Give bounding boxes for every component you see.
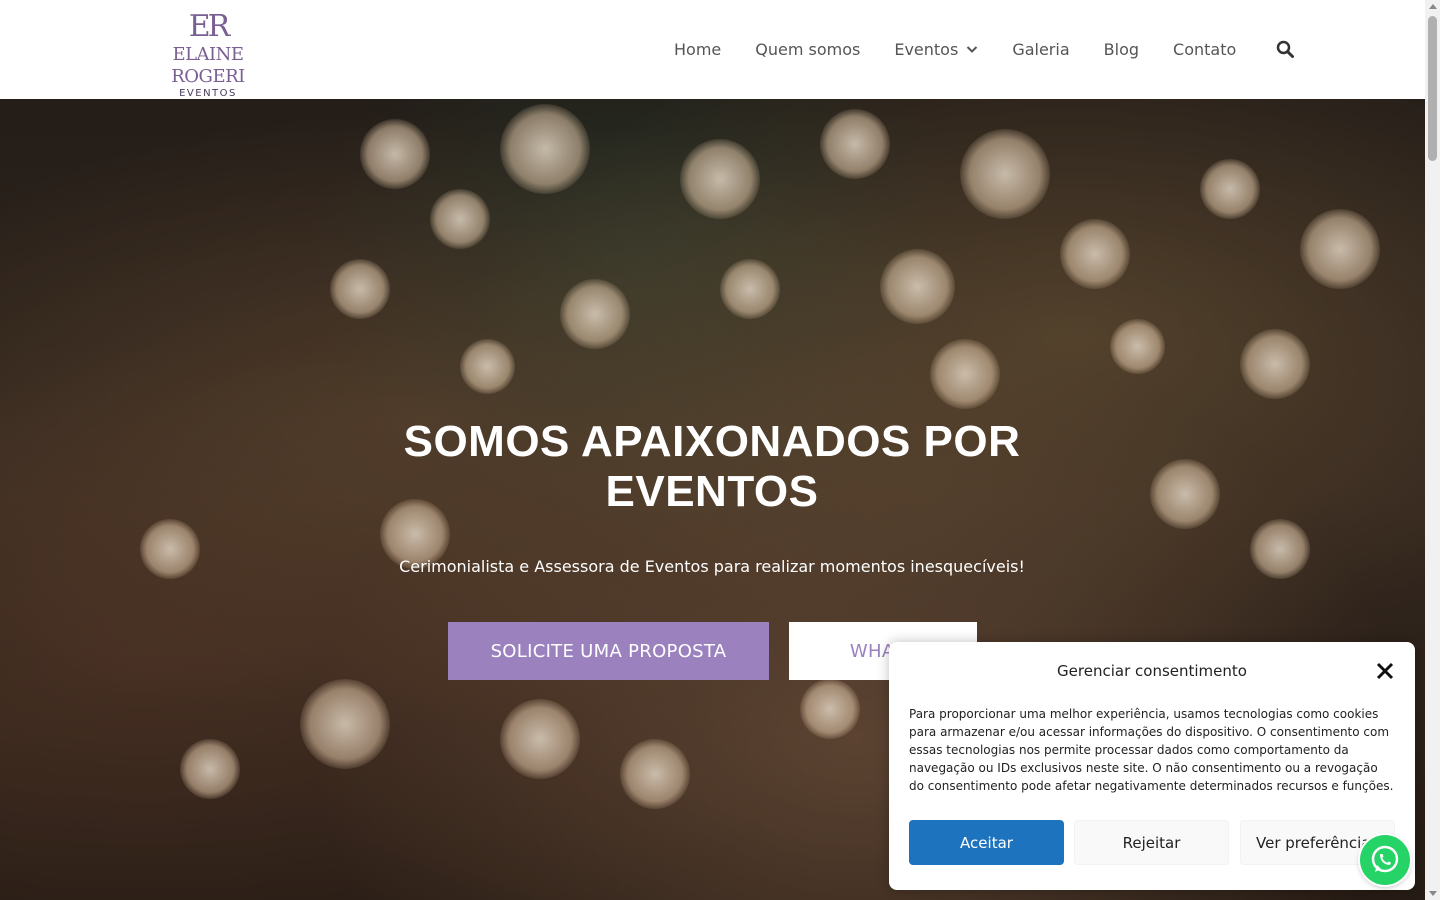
nav-item-galeria[interactable]: Galeria — [1012, 40, 1069, 59]
reject-button[interactable]: Rejeitar — [1074, 820, 1229, 865]
nav-item-quem-somos[interactable]: Quem somos — [755, 40, 860, 59]
hero-title-line2: EVENTOS — [605, 467, 819, 516]
search-icon[interactable] — [1276, 40, 1294, 58]
hero-title: SOMOS APAIXONADOS POR EVENTOS — [312, 417, 1112, 517]
consent-title: Gerenciar consentimento — [1057, 662, 1247, 680]
chevron-down-icon — [967, 46, 978, 53]
nav-item-blog[interactable]: Blog — [1104, 40, 1139, 59]
nav-item-eventos[interactable]: Eventos — [894, 40, 978, 59]
scroll-down-arrow-icon[interactable] — [1429, 891, 1437, 896]
cookie-consent-dialog: Gerenciar consentimento Para proporciona… — [889, 642, 1415, 890]
consent-text: Para proporcionar uma melhor experiência… — [909, 707, 1394, 793]
whatsapp-icon — [1371, 845, 1399, 873]
hero-subtitle: Cerimonialista e Assessora de Eventos pa… — [399, 557, 1025, 576]
nav-item-contato[interactable]: Contato — [1173, 40, 1236, 59]
scroll-up-arrow-icon[interactable] — [1429, 4, 1437, 9]
close-icon[interactable] — [1376, 662, 1394, 680]
logo[interactable]: ER ELAINE ROGERI EVENTOS — [138, 9, 278, 100]
request-proposal-button[interactable]: SOLICITE UMA PROPOSTA — [448, 622, 769, 680]
accept-button[interactable]: Aceitar — [909, 820, 1064, 865]
nav-item-home[interactable]: Home — [674, 40, 721, 59]
main-nav: Home Quem somos Eventos Galeria Blog Con… — [674, 38, 1270, 60]
site-header: ER ELAINE ROGERI EVENTOS Home Quem somos… — [0, 0, 1425, 99]
logo-name: ELAINE ROGERI — [171, 44, 245, 87]
logo-monogram: ER — [188, 9, 231, 44]
scrollbar-thumb[interactable] — [1428, 16, 1437, 161]
page-scrollbar[interactable] — [1425, 0, 1440, 900]
hero-title-line1: SOMOS APAIXONADOS POR — [403, 417, 1021, 466]
whatsapp-floating-button[interactable] — [1360, 835, 1410, 885]
logo-subtitle: EVENTOS — [179, 88, 237, 99]
nav-item-eventos-label: Eventos — [894, 39, 959, 59]
